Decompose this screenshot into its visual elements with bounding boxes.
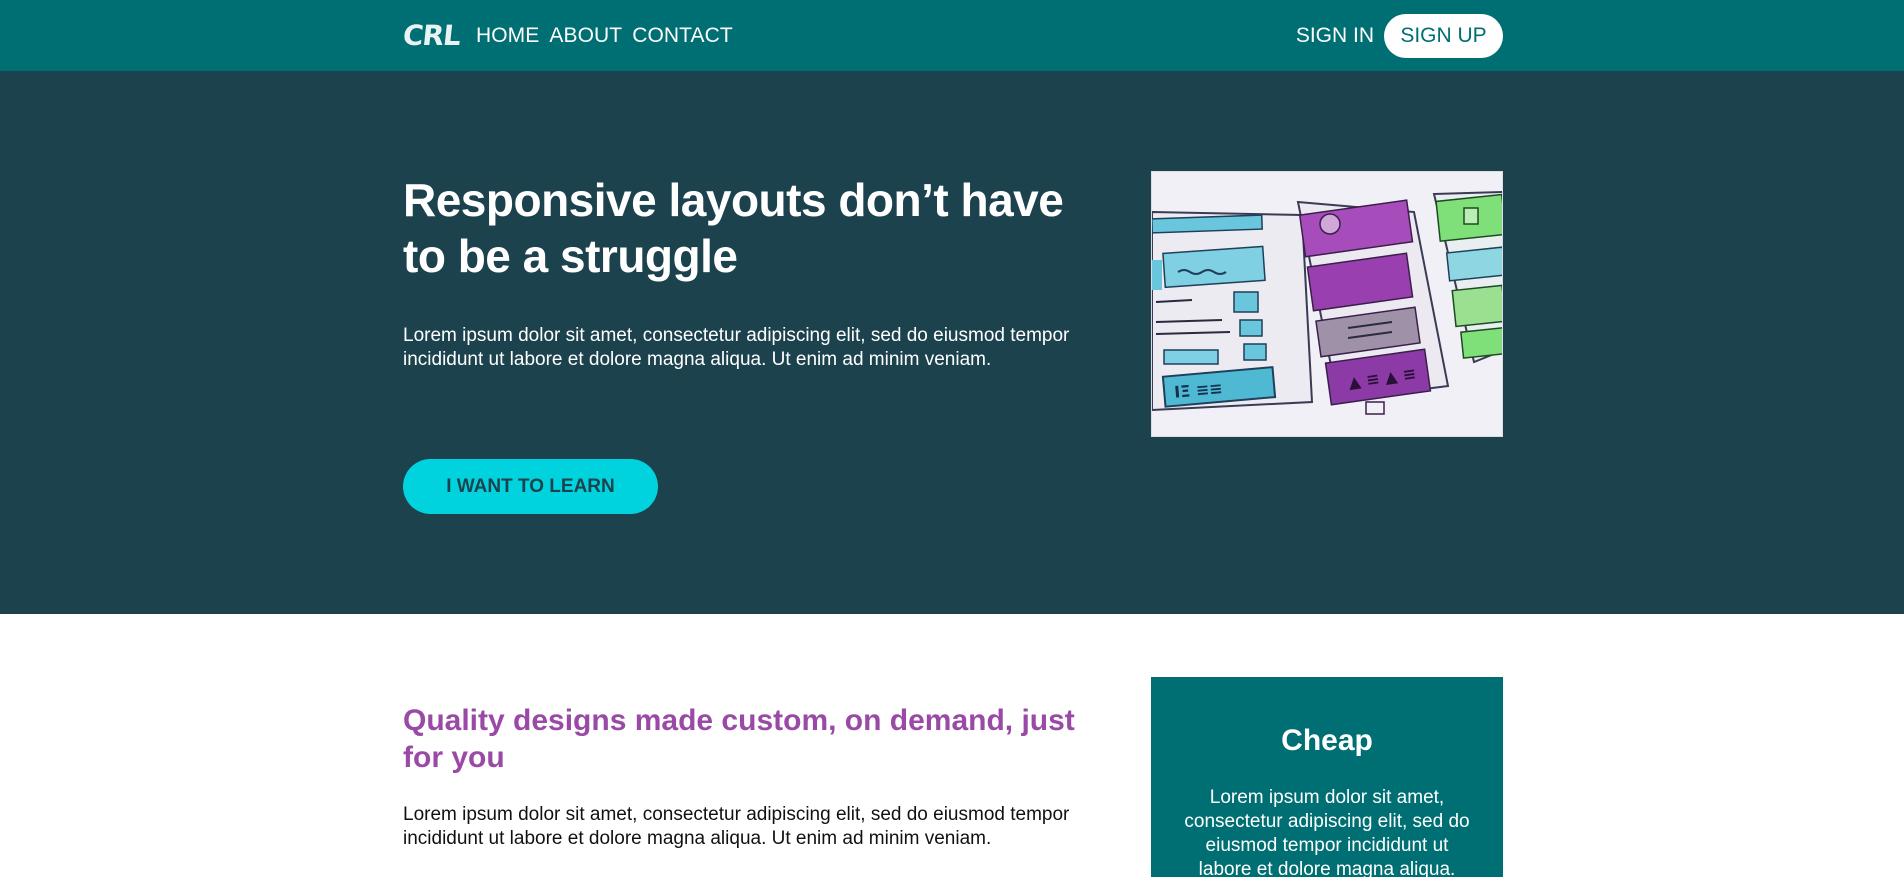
wireframe-sketch-illustration: IΞ ≡≡ ▲ ≡ ▲ ≡ xyxy=(1152,172,1502,436)
hero-title: Responsive layouts don’t have to be a st… xyxy=(403,174,1064,282)
pricing-card-cheap: Cheap Lorem ipsum dolor sit amet, consec… xyxy=(1151,677,1503,880)
navbar: CRL HOME ABOUT CONTACT SIGN IN SIGN UP xyxy=(0,0,1904,71)
nav-link-home[interactable]: HOME xyxy=(476,24,539,48)
card-title: Cheap xyxy=(1281,724,1373,757)
hero-section: Responsive layouts don’t have to be a st… xyxy=(0,71,1904,614)
nav-left: CRL HOME ABOUT CONTACT xyxy=(401,19,743,52)
navbar-inner: CRL HOME ABOUT CONTACT SIGN IN SIGN UP xyxy=(401,0,1503,71)
features-title: Quality designs made custom, on demand, … xyxy=(403,704,1075,774)
wireframe-sketch-image: IΞ ≡≡ ▲ ≡ ▲ ≡ xyxy=(1151,171,1503,437)
nav-right: SIGN IN SIGN UP xyxy=(1296,13,1503,58)
sign-up-button[interactable]: SIGN UP xyxy=(1384,13,1503,58)
learn-button[interactable]: I WANT TO LEARN xyxy=(403,459,658,514)
logo[interactable]: CRL xyxy=(401,19,461,52)
hero-text: Lorem ipsum dolor sit amet, consectetur … xyxy=(403,325,1070,370)
features-text: Lorem ipsum dolor sit amet, consectetur … xyxy=(403,804,1070,849)
nav-link-about[interactable]: ABOUT xyxy=(549,24,622,48)
sign-in-link[interactable]: SIGN IN xyxy=(1296,24,1374,48)
nav-link-contact[interactable]: CONTACT xyxy=(632,24,733,48)
card-text: Lorem ipsum dolor sit amet, consectetur … xyxy=(1184,787,1470,880)
